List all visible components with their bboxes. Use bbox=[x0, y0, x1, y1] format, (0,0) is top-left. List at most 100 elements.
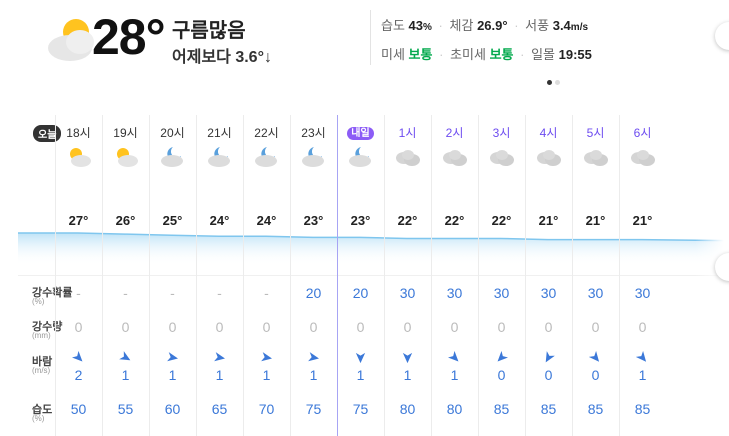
humidity-label: 습도 bbox=[381, 18, 405, 33]
moon-cloud-icon bbox=[302, 147, 324, 167]
column-divider bbox=[149, 115, 150, 436]
humidity-value: 55 bbox=[117, 401, 134, 417]
wind-direction-icon bbox=[119, 351, 131, 361]
fine-dust-value[interactable]: 보통 bbox=[490, 47, 514, 62]
precip-value: 0 bbox=[215, 319, 224, 335]
yesterday-compare: 어제보다 3.6°↓ bbox=[172, 49, 272, 66]
precip-prob-value: - bbox=[170, 285, 175, 301]
hour-column: 5시 21° 30 0 0 85 bbox=[572, 115, 619, 436]
column-divider bbox=[525, 115, 526, 436]
wind-direction-icon bbox=[545, 351, 555, 363]
hour-label: 18시 bbox=[66, 126, 91, 140]
column-divider bbox=[431, 115, 432, 436]
wind-speed-value: 1 bbox=[638, 367, 647, 383]
precip-prob-value: 20 bbox=[305, 285, 322, 301]
wind-direction-icon bbox=[589, 351, 600, 362]
fine-dust-label: 초미세 bbox=[450, 47, 486, 62]
wind-speed-value: 0 bbox=[591, 367, 600, 383]
precip-value: 0 bbox=[638, 319, 647, 335]
carousel-indicator bbox=[547, 72, 563, 90]
hour-label: 2시 bbox=[445, 126, 464, 140]
wind-direction-icon bbox=[448, 351, 459, 362]
hour-label: 23시 bbox=[301, 126, 326, 140]
current-condition: 구름많음 bbox=[172, 20, 246, 42]
humidity-value: 80 bbox=[446, 401, 463, 417]
hour-column: 내일 23° 20 0 1 75 bbox=[337, 115, 384, 436]
hour-column: 2시 22° 30 0 1 80 bbox=[431, 115, 478, 436]
hour-label: 20시 bbox=[160, 126, 185, 140]
hour-temperature: 22° bbox=[444, 213, 465, 228]
humidity-value: 85 bbox=[587, 401, 604, 417]
column-divider bbox=[196, 115, 197, 436]
hour-label: 22시 bbox=[254, 126, 279, 140]
humidity-value: 60 bbox=[164, 401, 181, 417]
humidity-value: 75 bbox=[305, 401, 322, 417]
wind-direction-icon bbox=[402, 352, 413, 364]
wind-unit: m/s bbox=[570, 22, 589, 33]
wind-direction-icon bbox=[308, 352, 319, 362]
cloud-icon bbox=[396, 150, 420, 166]
hour-label: 5시 bbox=[586, 126, 605, 140]
next-panel-button[interactable] bbox=[715, 22, 729, 50]
cloud-icon bbox=[490, 150, 514, 166]
hour-temperature: 27° bbox=[68, 213, 89, 228]
precip-unit: (mm) bbox=[32, 331, 51, 340]
column-divider bbox=[478, 115, 479, 436]
humidity-row-unit: (%) bbox=[32, 414, 45, 423]
hour-label: 19시 bbox=[113, 126, 138, 140]
hour-temperature: 23° bbox=[350, 213, 371, 228]
hour-label: 내일 bbox=[337, 124, 384, 140]
cloud-icon bbox=[631, 150, 655, 166]
precip-value: 0 bbox=[121, 319, 130, 335]
sunset-value: 19:55 bbox=[558, 47, 592, 62]
precip-prob-value: 30 bbox=[446, 285, 463, 301]
wind-speed-value: 1 bbox=[215, 367, 224, 383]
hour-column: 1시 22° 30 0 1 80 bbox=[384, 115, 431, 436]
cloud-icon bbox=[443, 150, 467, 166]
precip-value: 0 bbox=[497, 319, 506, 335]
column-divider bbox=[572, 115, 573, 436]
weather-details-row-1: 습도 43% · 체감 26.9° · 서풍 3.4m/s bbox=[381, 18, 589, 33]
humidity-unit: % bbox=[423, 22, 432, 33]
dust-value[interactable]: 보통 bbox=[409, 47, 433, 62]
wind-label: 서풍 bbox=[525, 18, 550, 33]
precip-prob-value: 30 bbox=[634, 285, 651, 301]
hour-temperature: 22° bbox=[397, 213, 418, 228]
precip-prob-value: 30 bbox=[399, 285, 416, 301]
humidity-value: 50 bbox=[70, 401, 87, 417]
hour-label: 1시 bbox=[398, 126, 417, 140]
hour-column: 18시 27° - 0 2 50 bbox=[55, 115, 102, 436]
header-divider bbox=[370, 10, 371, 65]
precip-value: 0 bbox=[544, 319, 553, 335]
wind-direction-icon bbox=[497, 351, 508, 362]
day-divider bbox=[337, 115, 338, 436]
humidity-value: 85 bbox=[540, 401, 557, 417]
precip-value: 0 bbox=[356, 319, 365, 335]
wind-speed-value: 2 bbox=[74, 367, 83, 383]
wind-row-unit: (m/s) bbox=[32, 366, 51, 375]
tomorrow-badge: 내일 bbox=[347, 127, 374, 140]
moon-cloud-icon bbox=[208, 147, 230, 167]
carousel-dot[interactable] bbox=[555, 80, 560, 85]
wind-direction-icon bbox=[355, 352, 366, 364]
wind-speed-value: 1 bbox=[121, 367, 130, 383]
carousel-dot-active[interactable] bbox=[547, 80, 552, 85]
humidity-value: 85 bbox=[493, 401, 510, 417]
humidity-value: 85 bbox=[634, 401, 651, 417]
wind-direction-icon bbox=[167, 352, 178, 362]
current-temperature: 28° bbox=[92, 9, 166, 65]
precip-value: 0 bbox=[450, 319, 459, 335]
precip-value: 0 bbox=[168, 319, 177, 335]
hour-temperature: 24° bbox=[209, 213, 230, 228]
weather-details-row-2: 미세 보통 · 초미세 보통 · 일몰 19:55 bbox=[381, 47, 592, 62]
hour-label: 21시 bbox=[207, 126, 232, 140]
wind-speed-value: 1 bbox=[309, 367, 318, 383]
precip-prob-value: 30 bbox=[493, 285, 510, 301]
sunset-label: 일몰 bbox=[531, 47, 556, 62]
column-divider bbox=[384, 115, 385, 436]
humidity-value: 65 bbox=[211, 401, 228, 417]
hour-temperature: 25° bbox=[162, 213, 183, 228]
sun-cloud-icon bbox=[117, 148, 138, 167]
wind-direction-icon bbox=[72, 351, 83, 362]
humidity-value: 43 bbox=[408, 18, 424, 33]
